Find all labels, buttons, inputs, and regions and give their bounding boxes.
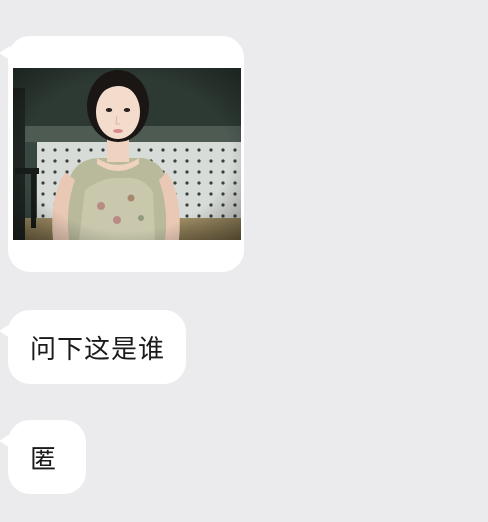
bubble-tail xyxy=(0,46,10,60)
text-message-bubble[interactable]: 匿 xyxy=(0,420,86,494)
text-message-bubble[interactable]: 问下这是谁 xyxy=(0,310,186,384)
image-message-bubble[interactable] xyxy=(0,36,244,272)
bubble-tail xyxy=(0,324,10,338)
shared-photo[interactable] xyxy=(13,68,241,240)
message-text: 匿 xyxy=(30,444,58,475)
bubble-tail xyxy=(0,434,10,448)
chat-message-list[interactable]: 问下这是谁 匿 xyxy=(0,0,488,522)
message-text: 问下这是谁 xyxy=(30,334,166,365)
